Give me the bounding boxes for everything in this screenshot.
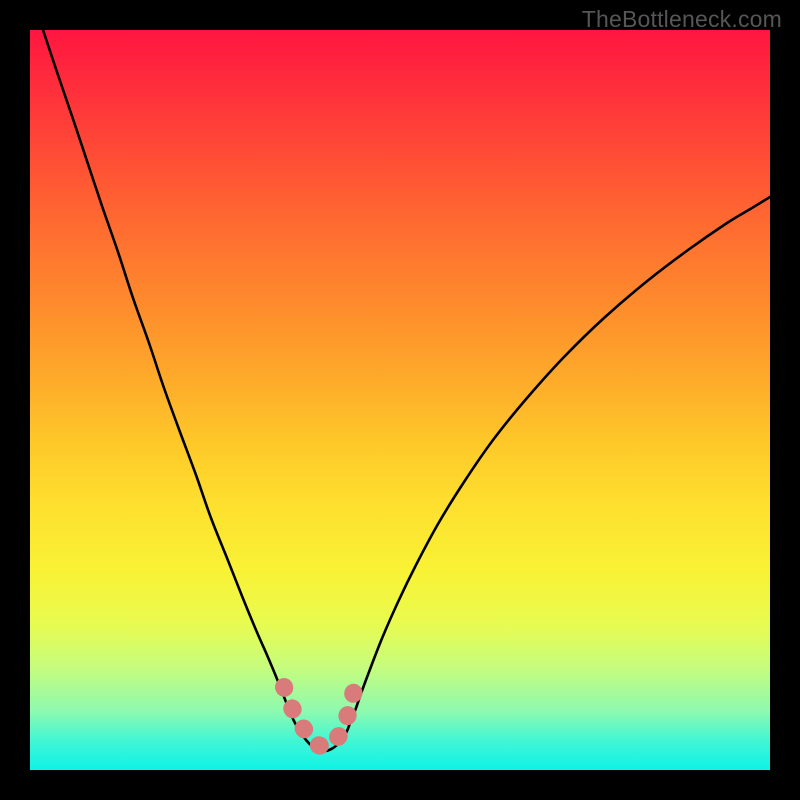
- watermark-text: TheBottleneck.com: [582, 6, 782, 33]
- curve-right-path: [350, 197, 770, 723]
- chart-frame: TheBottleneck.com: [0, 0, 800, 800]
- pink-markers-path: [284, 687, 355, 746]
- curve-layer: [30, 30, 770, 770]
- plot-area: [30, 30, 770, 770]
- curve-left-path: [43, 30, 290, 712]
